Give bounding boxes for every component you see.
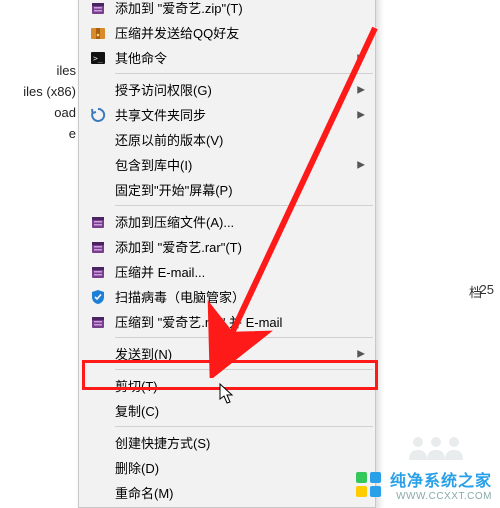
cmd-icon: >_ bbox=[87, 49, 109, 67]
col-text: 25 bbox=[480, 282, 494, 297]
winrar-icon bbox=[90, 0, 106, 16]
winrar-icon bbox=[87, 263, 109, 281]
menu-separator bbox=[115, 369, 373, 370]
svg-text:>_: >_ bbox=[93, 54, 103, 63]
menu-item[interactable]: 固定到"开始"屏幕(P) bbox=[79, 177, 375, 202]
blank-icon bbox=[87, 81, 109, 99]
menu-item-label: 其他命令 bbox=[109, 48, 345, 67]
sync-icon bbox=[90, 107, 106, 123]
zipqq-icon bbox=[90, 25, 106, 41]
menu-item[interactable]: 复制(C) bbox=[79, 398, 375, 423]
blank-icon bbox=[87, 156, 109, 174]
menu-item[interactable]: 共享文件夹同步 ▶ bbox=[79, 102, 375, 127]
submenu-arrow-icon: ▶ bbox=[357, 159, 365, 170]
menu-item-label: 压缩到 "爱奇艺.rar" 并 E-mail bbox=[109, 312, 345, 331]
shield-icon bbox=[87, 288, 109, 306]
cmd-icon: >_ bbox=[90, 50, 106, 66]
menu-item[interactable]: 发送到(N) ▶ bbox=[79, 341, 375, 366]
sync-icon bbox=[87, 106, 109, 124]
menu-item-label: 包含到库中(I) bbox=[109, 155, 345, 174]
menu-item[interactable]: 授予访问权限(G) ▶ bbox=[79, 77, 375, 102]
menu-item-label: 还原以前的版本(V) bbox=[109, 130, 345, 149]
menu-item-label: 固定到"开始"屏幕(P) bbox=[109, 180, 345, 199]
winrar-icon bbox=[87, 213, 109, 231]
submenu-arrow-icon: ▶ bbox=[357, 52, 365, 63]
menu-item[interactable]: 添加到压缩文件(A)... bbox=[79, 209, 375, 234]
menu-item[interactable]: 重命名(M) bbox=[79, 480, 375, 505]
menu-item-label: 删除(D) bbox=[109, 458, 345, 477]
menu-item[interactable]: 包含到库中(I) ▶ bbox=[79, 152, 375, 177]
menu-item[interactable]: 创建快捷方式(S) bbox=[79, 430, 375, 455]
menu-item[interactable]: 删除(D) bbox=[79, 455, 375, 480]
tree-label: iles (x86) bbox=[0, 81, 80, 102]
menu-separator bbox=[115, 205, 373, 206]
watermark-title: 纯净系统之家 bbox=[390, 467, 492, 491]
menu-item-label: 创建快捷方式(S) bbox=[109, 433, 345, 452]
menu-item-label: 添加到 "爱奇艺.zip"(T) bbox=[109, 0, 345, 17]
menu-item-label: 压缩并发送给QQ好友 bbox=[109, 23, 345, 42]
menu-item-label: 复制(C) bbox=[109, 401, 345, 420]
submenu-arrow-icon: ▶ bbox=[357, 109, 365, 120]
zipqq-icon bbox=[87, 24, 109, 42]
tree-label: oad bbox=[0, 102, 80, 123]
menu-item[interactable]: >_ 其他命令 ▶ bbox=[79, 45, 375, 70]
context-menu: 添加到 "爱奇艺.zip"(T)压缩并发送给QQ好友>_其他命令▶授予访问权限(… bbox=[78, 0, 376, 508]
blank-icon bbox=[87, 434, 109, 452]
menu-item-label: 添加到 "爱奇艺.rar"(T) bbox=[109, 237, 345, 256]
blank-icon bbox=[87, 345, 109, 363]
menu-item[interactable]: 添加到 "爱奇艺.rar"(T) bbox=[79, 234, 375, 259]
winrar-icon bbox=[87, 0, 109, 17]
blank-icon bbox=[87, 402, 109, 420]
watermark-logo-icon bbox=[354, 470, 384, 500]
menu-item[interactable]: 压缩到 "爱奇艺.rar" 并 E-mail bbox=[79, 309, 375, 334]
tree-label: iles bbox=[0, 60, 80, 81]
submenu-arrow-icon: ▶ bbox=[357, 348, 365, 359]
menu-item[interactable]: 扫描病毒（电脑管家） bbox=[79, 284, 375, 309]
winrar-icon bbox=[90, 239, 106, 255]
explorer-columns-fragment: 档 25 bbox=[375, 0, 500, 508]
watermark: 纯净系统之家 WWW.CCXXT.COM bbox=[354, 467, 492, 502]
menu-separator bbox=[115, 337, 373, 338]
watermark-url: WWW.CCXXT.COM bbox=[390, 491, 492, 502]
submenu-arrow-icon: ▶ bbox=[357, 84, 365, 95]
menu-item[interactable]: 剪切(T) bbox=[79, 373, 375, 398]
menu-item-label: 添加到压缩文件(A)... bbox=[109, 212, 345, 231]
explorer-tree-fragment: iles iles (x86) oad e bbox=[0, 0, 80, 508]
menu-item-label: 扫描病毒（电脑管家） bbox=[109, 287, 345, 306]
menu-separator bbox=[115, 73, 373, 74]
menu-item-label: 共享文件夹同步 bbox=[109, 105, 345, 124]
winrar-icon bbox=[90, 314, 106, 330]
menu-item-label: 发送到(N) bbox=[109, 344, 345, 363]
menu-item[interactable]: 还原以前的版本(V) bbox=[79, 127, 375, 152]
people-overlay-icon bbox=[406, 434, 466, 462]
winrar-icon bbox=[90, 264, 106, 280]
menu-item-label: 重命名(M) bbox=[109, 483, 345, 502]
shield-icon bbox=[90, 289, 106, 305]
menu-item-label: 剪切(T) bbox=[109, 376, 345, 395]
blank-icon bbox=[87, 459, 109, 477]
blank-icon bbox=[87, 181, 109, 199]
menu-item[interactable]: 添加到 "爱奇艺.zip"(T) bbox=[79, 0, 375, 20]
winrar-icon bbox=[87, 313, 109, 331]
blank-icon bbox=[87, 484, 109, 502]
menu-item-label: 压缩并 E-mail... bbox=[109, 262, 345, 281]
blank-icon bbox=[87, 377, 109, 395]
menu-separator bbox=[115, 426, 373, 427]
winrar-icon bbox=[90, 214, 106, 230]
tree-label: e bbox=[0, 123, 80, 144]
menu-item[interactable]: 压缩并 E-mail... bbox=[79, 259, 375, 284]
winrar-icon bbox=[87, 238, 109, 256]
menu-item-label: 授予访问权限(G) bbox=[109, 80, 345, 99]
blank-icon bbox=[87, 131, 109, 149]
menu-item[interactable]: 压缩并发送给QQ好友 bbox=[79, 20, 375, 45]
